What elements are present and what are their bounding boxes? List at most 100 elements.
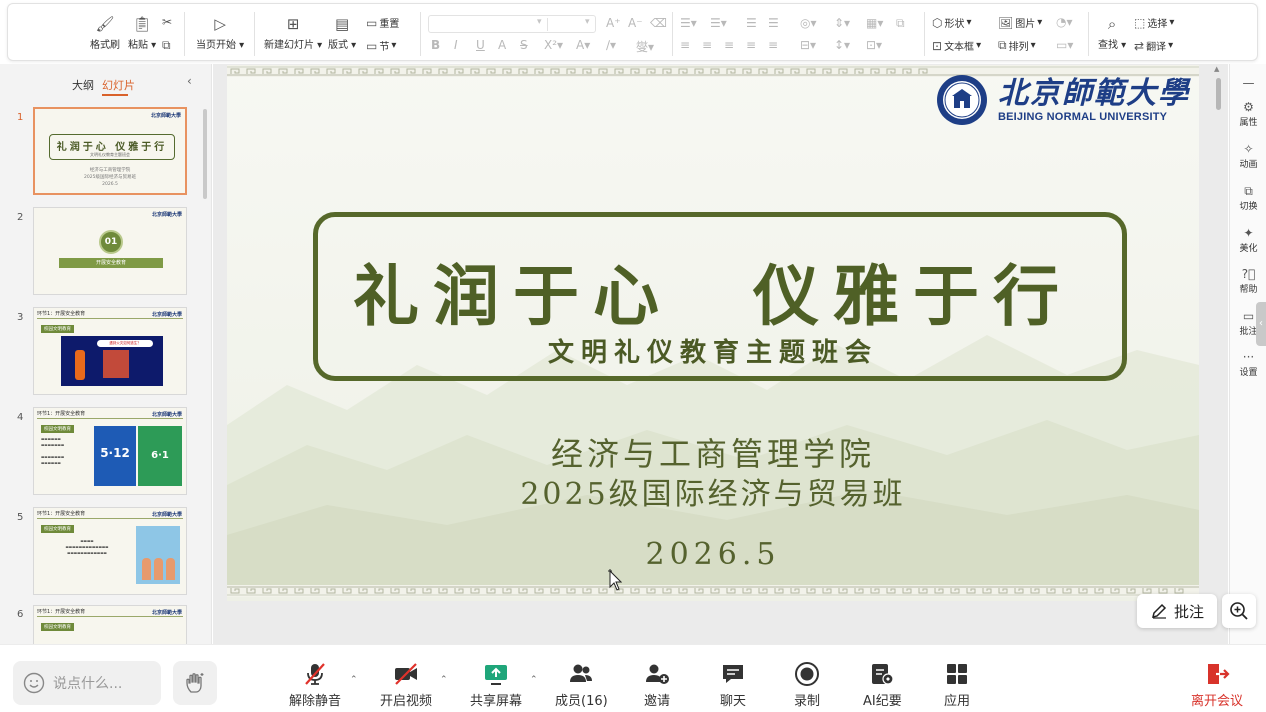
italic-icon[interactable]: I [454, 38, 458, 52]
from-current-slide-button[interactable]: ▷ 当页开始 ▾ [196, 14, 244, 51]
arrange-button[interactable]: ⧉ 排列 ▾ [998, 38, 1036, 53]
picture-button[interactable]: 🖼︎ 图片 ▾ [998, 15, 1042, 31]
scroll-up-icon[interactable]: ▲ [1214, 65, 1219, 73]
font-family-select[interactable]: ▾ ▾ [428, 15, 596, 33]
superscript-icon[interactable]: X²▾ [544, 38, 563, 52]
chat-quick-input[interactable]: 说点什么... [13, 661, 161, 705]
thumb-body-text: ▬▬▬▬ ▬▬▬▬▬▬▬▬▬▬▬▬▬ ▬▬▬▬▬▬▬▬▬▬▬▬ [65, 539, 109, 555]
members-button[interactable]: 成员(16) [555, 661, 608, 709]
slide-thumbnail-4[interactable]: 环节1：开展安全教育 北京師範大學 校园文明教育 ▬▬▬▬▬▬ ▬▬▬▬▬▬▬ ▬▬… [33, 407, 187, 495]
logo-mini: 北京師範大學 [151, 610, 182, 616]
slide-thumbnail-6[interactable]: 环节1：开展安全教育 北京師範大學 校园文明教育 [33, 605, 187, 644]
decrease-font-icon[interactable]: A⁻ [628, 16, 643, 30]
align-right-icon[interactable]: ≡ [724, 38, 734, 52]
numbered-list-icon[interactable]: ☰▾ [710, 16, 727, 30]
properties-button[interactable]: ⚙ 属性 [1230, 100, 1266, 128]
slide-title[interactable]: 礼润于心 仪雅于行 [227, 243, 1199, 339]
indent-decrease-icon[interactable]: ☰ [746, 16, 757, 30]
slide-subtitle[interactable]: 文明礼仪教育主题班会 [227, 332, 1199, 369]
strikethrough-icon[interactable]: S [520, 38, 528, 52]
chat-button[interactable]: 聊天 [720, 661, 746, 709]
paragraph-spacing-icon[interactable]: ⊡▾ [866, 38, 882, 52]
class-name[interactable]: 2025级国际经济与贸易班 [227, 469, 1199, 513]
smartart-icon[interactable]: ⧉ [896, 16, 905, 31]
invite-button[interactable]: 邀请 [644, 661, 670, 709]
columns-icon[interactable]: ▦▾ [866, 16, 883, 30]
share-screen-button[interactable]: 共享屏幕 [470, 661, 522, 709]
align-center-icon[interactable]: ≡ [702, 38, 712, 52]
find-button[interactable]: ⌕ 查找 ▾ [1098, 14, 1126, 51]
slide-thumbnail-5[interactable]: 环节1：开展安全教育 北京師範大學 校园文明教育 ▬▬▬▬ ▬▬▬▬▬▬▬▬▬▬▬… [33, 507, 187, 595]
tab-slides[interactable]: 幻灯片 [102, 77, 135, 93]
record-button[interactable]: 录制 [794, 661, 820, 709]
line-spacing-icon[interactable]: ↕▾ [834, 38, 850, 52]
beautify-button[interactable]: ✦ 美化 [1230, 226, 1266, 254]
indent-increase-icon[interactable]: ☰ [768, 16, 779, 30]
slide-thumbnail-2[interactable]: 北京師範大學 01 开展安全教育 [33, 207, 187, 295]
vertical-align-icon[interactable]: ⊟▾ [800, 38, 816, 52]
annotate-button[interactable]: 批注 [1137, 594, 1217, 628]
text-effect-icon[interactable]: ◎▾ [800, 16, 817, 30]
start-video-label: 开启视频 [380, 694, 433, 709]
apps-button[interactable]: 应用 [944, 661, 970, 709]
cut-button[interactable]: ✂ [162, 15, 172, 29]
share-options-chevron-icon[interactable]: ⌃ [530, 675, 538, 685]
thumb-heading: 环节1：开展安全教育 [37, 411, 86, 417]
scissors-icon: ✂ [162, 15, 173, 29]
slide-date[interactable]: 2026.5 [227, 537, 1199, 572]
settings-button[interactable]: ··· 设置 [1230, 350, 1266, 378]
slide-thumbnail-3[interactable]: 环节1：开展安全教育 北京師範大學 校园文明教育 遇到火灾如何逃生？ [33, 307, 187, 395]
clear-format-icon[interactable]: ⌫ [650, 16, 667, 30]
distribute-icon[interactable]: ≡ [768, 38, 778, 52]
thumb-heading: 环节1：开展安全教育 [37, 609, 86, 615]
textbox-button[interactable]: ⊡ 文本框 ▾ [932, 38, 981, 54]
copy-button[interactable]: ⧉ [162, 38, 171, 53]
new-slide-button[interactable]: ⊞ 新建幻灯片 ▾ [264, 14, 322, 51]
shape-button[interactable]: ⬡ 形状 ▾ [932, 15, 972, 31]
select-button[interactable]: ⬚ 选择 ▾ [1134, 15, 1174, 31]
ai-minutes-button[interactable]: AI纪要 [863, 661, 902, 709]
format-brush-button[interactable]: 🖌︎ 格式刷 [90, 14, 120, 51]
panel-scrollbar[interactable] [203, 109, 207, 199]
unmute-button[interactable]: 解除静音 [289, 661, 341, 709]
outline-icon[interactable]: ▭▾ [1056, 38, 1073, 52]
bullet-list-icon[interactable]: ☰▾ [680, 16, 697, 30]
video-options-chevron-icon[interactable]: ⌃ [440, 675, 448, 685]
slide-thumbnail-1[interactable]: 北京師範大學 礼润于心 仪雅于行 文明礼仪教育主题班会 经济与工商管理学院 20… [33, 107, 187, 195]
sliders-icon: ⚙ [1243, 100, 1254, 114]
layout-button[interactable]: ▤ 版式 ▾ [328, 14, 356, 51]
ai-notes-icon [872, 664, 894, 685]
section-button[interactable]: ▭ 节 ▾ [366, 38, 396, 54]
leave-meeting-button[interactable]: 离开会议 [1191, 661, 1243, 709]
reset-button[interactable]: ▭ 重置 [366, 15, 399, 31]
fill-icon[interactable]: ◔▾ [1056, 15, 1073, 29]
current-slide[interactable]: 北京師範大學 BEIJING NORMAL UNIVERSITY 礼润于心 仪雅… [227, 65, 1199, 601]
help-label: 帮助 [1239, 285, 1258, 295]
tab-outline[interactable]: 大纲 [72, 77, 94, 93]
align-left-icon[interactable]: ≡ [680, 38, 690, 52]
raise-hand-button[interactable] [173, 661, 217, 705]
zoom-in-button[interactable] [1222, 594, 1256, 628]
shadow-icon[interactable]: A [498, 38, 506, 52]
underline-icon[interactable]: U [476, 38, 485, 52]
translate-button[interactable]: ⇄ 翻译 ▾ [1134, 38, 1173, 54]
start-video-button[interactable]: 开启视频 [380, 661, 432, 709]
ai-minutes-label: AI纪要 [863, 694, 902, 709]
text-direction-icon[interactable]: ⇕▾ [834, 16, 850, 30]
canvas-scrollbar[interactable] [1216, 78, 1221, 110]
highlight-icon[interactable]: ∕▾ [606, 38, 616, 52]
increase-font-icon[interactable]: A⁺ [606, 16, 621, 30]
animation-button[interactable]: ✧ 动画 [1230, 142, 1266, 170]
audio-options-chevron-icon[interactable]: ⌃ [350, 675, 358, 685]
justify-icon[interactable]: ≡ [746, 38, 756, 52]
paste-button[interactable]: 📋︎ 粘贴 ▾ [128, 14, 156, 51]
help-button[interactable]: ?⃝ 帮助 [1230, 267, 1266, 295]
bold-icon[interactable]: B [431, 38, 440, 52]
play-icon: ▷ [214, 15, 226, 33]
transition-button[interactable]: ⧉ 切换 [1230, 184, 1266, 212]
font-color-icon[interactable]: A▾ [576, 38, 590, 52]
char-spacing-icon[interactable]: 燮▾ [636, 38, 654, 55]
paste-label: 粘贴 ▾ [128, 40, 157, 51]
collapse-panel-icon[interactable]: ‹ [187, 74, 192, 88]
expand-panel-tab[interactable]: ‹ [1256, 302, 1266, 346]
